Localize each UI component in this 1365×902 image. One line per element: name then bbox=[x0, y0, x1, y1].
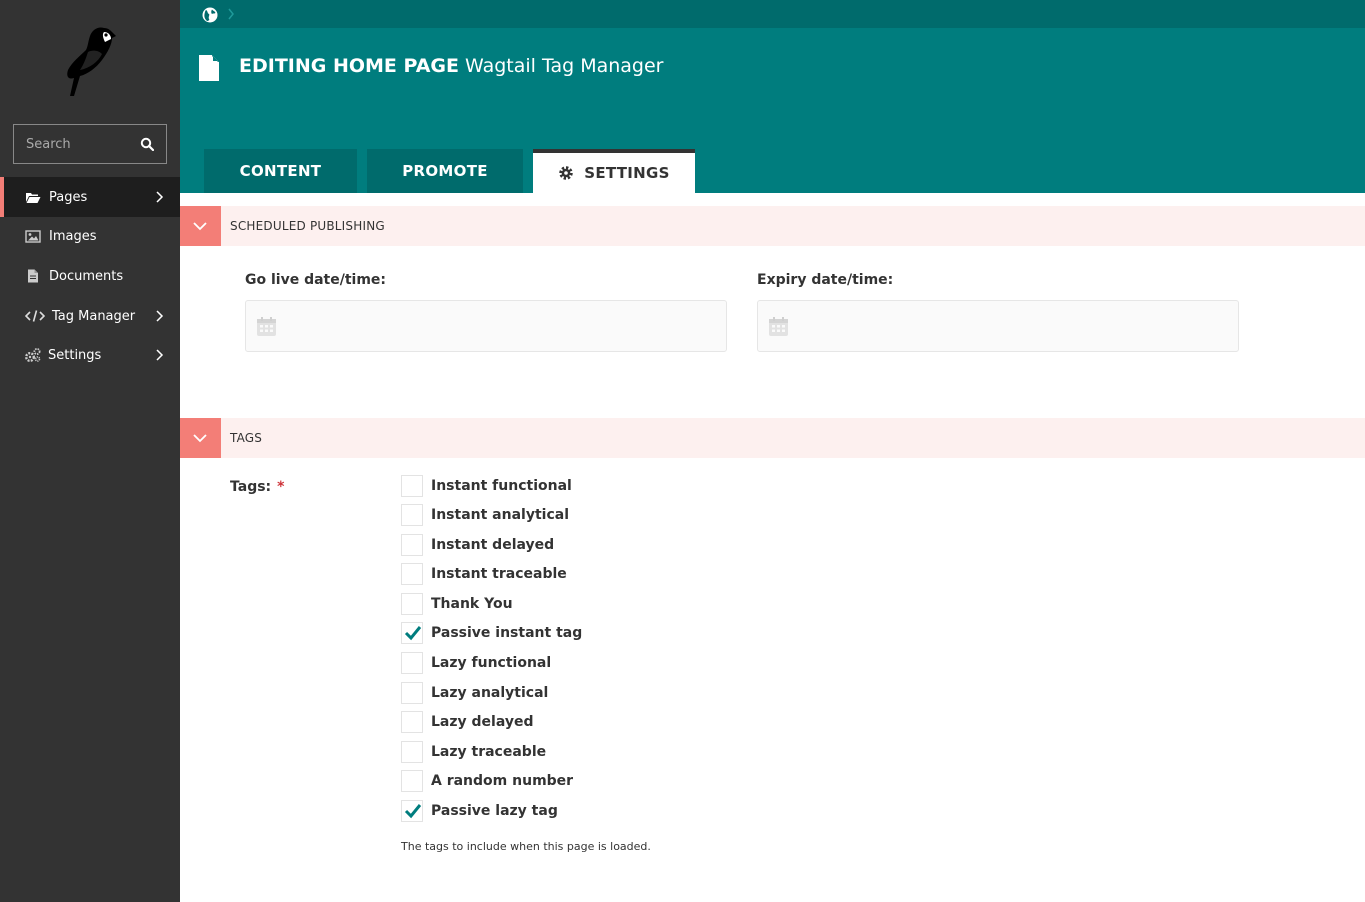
tag-option[interactable]: Lazy functional bbox=[401, 652, 551, 674]
search-placeholder: Search bbox=[26, 137, 71, 152]
sidebar: Search Pages Images Documents Tag Manage… bbox=[0, 0, 180, 902]
page-header: EDITING HOME PAGE Wagtail Tag Manager CO… bbox=[180, 0, 1365, 193]
tag-checkbox[interactable] bbox=[401, 475, 423, 497]
tag-option[interactable]: Lazy analytical bbox=[401, 682, 548, 704]
tag-option-label: Thank You bbox=[431, 596, 513, 612]
tag-option[interactable]: Lazy traceable bbox=[401, 741, 546, 763]
chevron-down-icon bbox=[193, 434, 207, 443]
tag-option[interactable]: Instant delayed bbox=[401, 534, 554, 556]
tag-option-label: Instant analytical bbox=[431, 507, 570, 523]
chevron-right-icon bbox=[156, 349, 164, 361]
tag-option-label: Lazy functional bbox=[431, 655, 552, 671]
sidebar-item-label: Documents bbox=[49, 268, 124, 284]
chevron-right-icon bbox=[156, 310, 164, 322]
tag-checkbox[interactable] bbox=[401, 534, 423, 556]
tag-option[interactable]: Passive instant tag bbox=[401, 622, 582, 644]
go-live-date-field[interactable] bbox=[245, 300, 727, 352]
panel-title: TAGS bbox=[230, 431, 263, 445]
tag-option[interactable]: Lazy delayed bbox=[401, 711, 534, 733]
tag-option-label: Instant delayed bbox=[431, 537, 555, 553]
tab-promote[interactable]: PROMOTE bbox=[367, 149, 523, 193]
required-marker: * bbox=[277, 479, 285, 495]
page-icon bbox=[199, 55, 219, 81]
tag-option[interactable]: Instant functional bbox=[401, 475, 572, 497]
sidebar-item-pages[interactable]: Pages bbox=[0, 177, 180, 217]
tag-checkbox[interactable] bbox=[401, 622, 423, 644]
tag-option-label: Instant functional bbox=[431, 478, 572, 494]
tag-option[interactable]: A random number bbox=[401, 770, 573, 792]
tag-option-label: Passive instant tag bbox=[431, 625, 583, 641]
document-icon bbox=[28, 269, 38, 283]
tab-content[interactable]: CONTENT bbox=[204, 149, 357, 193]
expiry-date-field[interactable] bbox=[757, 300, 1239, 352]
sidebar-item-label: Settings bbox=[48, 347, 102, 363]
search-icon[interactable] bbox=[140, 137, 154, 151]
tag-option-label: Lazy delayed bbox=[431, 714, 534, 730]
gear-icon bbox=[559, 166, 573, 180]
page-title-prefix: EDITING HOME PAGE bbox=[239, 55, 459, 77]
page-title: EDITING HOME PAGE Wagtail Tag Manager bbox=[239, 55, 663, 77]
help-text: The tags to include when this page is lo… bbox=[401, 840, 651, 853]
tab-settings[interactable]: SETTINGS bbox=[533, 149, 695, 193]
tab-label: SETTINGS bbox=[584, 164, 670, 182]
search-input[interactable]: Search bbox=[13, 124, 167, 164]
image-icon bbox=[25, 230, 41, 243]
wagtail-logo-icon[interactable] bbox=[58, 22, 120, 100]
tag-option-label: Lazy traceable bbox=[431, 744, 547, 760]
code-icon bbox=[25, 310, 45, 322]
tag-checkbox[interactable] bbox=[401, 563, 423, 585]
tag-option-label: Lazy analytical bbox=[431, 685, 549, 701]
tag-option-label: A random number bbox=[431, 773, 574, 789]
page-title-name: Wagtail Tag Manager bbox=[465, 55, 664, 77]
calendar-icon bbox=[257, 317, 276, 336]
sidebar-item-documents[interactable]: Documents bbox=[0, 256, 180, 296]
go-live-label: Go live date/time: bbox=[245, 272, 387, 288]
tag-option-label: Passive lazy tag bbox=[431, 803, 558, 819]
globe-icon[interactable] bbox=[202, 7, 218, 23]
checkmark-icon bbox=[404, 626, 422, 641]
breadcrumb bbox=[180, 0, 1365, 28]
tag-checkbox[interactable] bbox=[401, 800, 423, 822]
sidebar-item-label: Images bbox=[49, 228, 97, 244]
tag-checkbox[interactable] bbox=[401, 741, 423, 763]
tag-checkbox[interactable] bbox=[401, 504, 423, 526]
chevron-right-icon bbox=[156, 191, 164, 203]
expiry-label: Expiry date/time: bbox=[757, 272, 894, 288]
calendar-icon bbox=[769, 317, 788, 336]
sidebar-item-label: Tag Manager bbox=[52, 308, 136, 324]
sidebar-item-label: Pages bbox=[49, 189, 88, 205]
tag-option[interactable]: Instant traceable bbox=[401, 563, 567, 585]
tag-checkbox[interactable] bbox=[401, 593, 423, 615]
tag-option[interactable]: Passive lazy tag bbox=[401, 800, 558, 822]
tag-checkbox[interactable] bbox=[401, 770, 423, 792]
cogs-icon bbox=[25, 348, 41, 362]
scheduled-publishing-panel-header[interactable]: SCHEDULED PUBLISHING bbox=[180, 206, 1365, 246]
tag-option[interactable]: Instant analytical bbox=[401, 504, 569, 526]
tag-checkbox[interactable] bbox=[401, 652, 423, 674]
tag-checkbox[interactable] bbox=[401, 711, 423, 733]
tags-panel-header[interactable]: TAGS bbox=[180, 418, 1365, 458]
panel-toggle-button[interactable] bbox=[180, 418, 221, 458]
tag-checkbox[interactable] bbox=[401, 682, 423, 704]
checkmark-icon bbox=[404, 804, 422, 819]
tag-option-label: Instant traceable bbox=[431, 566, 567, 582]
panel-title: SCHEDULED PUBLISHING bbox=[230, 219, 385, 233]
chevron-right-icon bbox=[228, 8, 234, 20]
tags-label-text: Tags: bbox=[230, 479, 272, 495]
sidebar-item-images[interactable]: Images bbox=[0, 216, 180, 256]
tag-option[interactable]: Thank You bbox=[401, 593, 513, 615]
sidebar-item-tag-manager[interactable]: Tag Manager bbox=[0, 296, 180, 336]
folder-open-icon bbox=[26, 193, 41, 203]
tags-label: Tags: * bbox=[230, 479, 284, 495]
panel-toggle-button[interactable] bbox=[180, 206, 221, 246]
chevron-down-icon bbox=[193, 222, 207, 231]
tab-label: CONTENT bbox=[239, 162, 322, 180]
sidebar-item-settings[interactable]: Settings bbox=[0, 335, 180, 375]
tab-label: PROMOTE bbox=[402, 162, 488, 180]
